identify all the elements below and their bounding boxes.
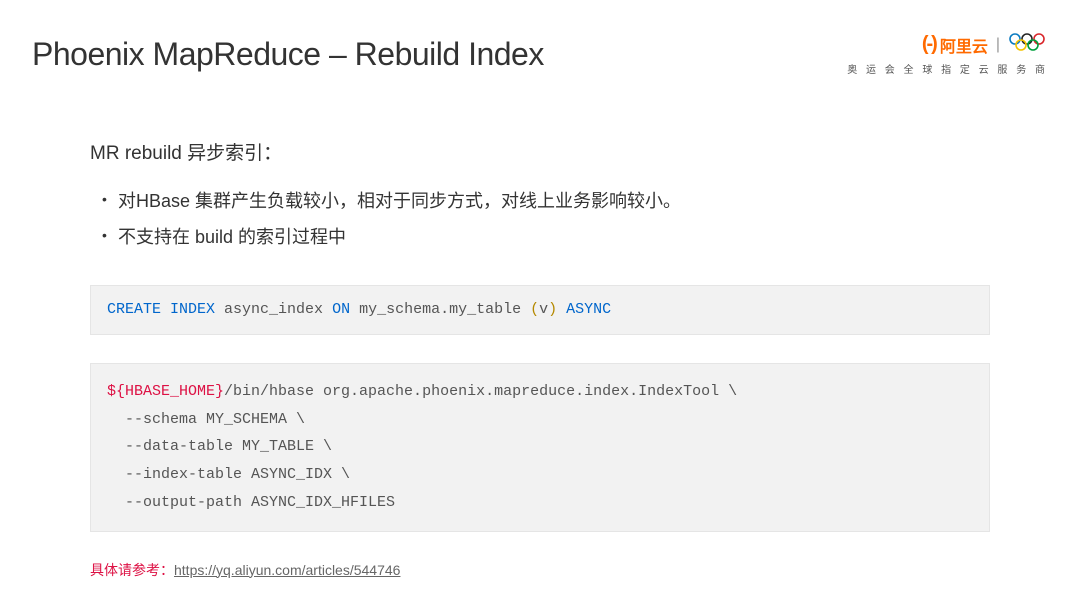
logo-divider: | (996, 36, 1000, 54)
sql-dot: . (440, 301, 449, 318)
shell-line: --index-table ASYNC_IDX \ (107, 461, 973, 489)
shell-line: --schema MY_SCHEMA \ (107, 406, 973, 434)
sql-column: v (539, 301, 548, 318)
shell-line: ${HBASE_HOME}/bin/hbase org.apache.phoen… (107, 378, 973, 406)
sql-table: my_table (449, 301, 530, 318)
shell-line: --data-table MY_TABLE \ (107, 433, 973, 461)
aliyun-brand-text: 阿里云 (940, 33, 988, 57)
sql-identifier: async_index (215, 301, 332, 318)
shell-code-block: ${HBASE_HOME}/bin/hbase org.apache.phoen… (90, 363, 990, 532)
aliyun-bracket-icon: (-) (922, 33, 936, 56)
sql-schema: my_schema (350, 301, 440, 318)
sql-paren: ) (548, 301, 557, 318)
intro-text: MR rebuild 异步索引： (90, 138, 990, 165)
logo-row: (-) 阿里云 | (922, 32, 1048, 57)
list-item: 不支持在 build 的索引过程中 (90, 219, 990, 255)
sql-code-block: CREATE INDEX async_index ON my_schema.my… (90, 285, 990, 335)
sql-keyword: ASYNC (557, 301, 611, 318)
slide-header: Phoenix MapReduce – Rebuild Index (-) 阿里… (32, 36, 1048, 76)
aliyun-logo: (-) 阿里云 (922, 33, 988, 57)
bullet-list: 对HBase 集群产生负载较小，相对于同步方式，对线上业务影响较小。 不支持在 … (90, 183, 990, 255)
shell-variable: ${HBASE_HOME} (107, 383, 224, 400)
reference-label: 具体请参考： (90, 562, 174, 578)
shell-text: /bin/hbase org.apache.phoenix.mapreduce.… (224, 383, 737, 400)
slide-content: MR rebuild 异步索引： 对HBase 集群产生负载较小，相对于同步方式… (90, 138, 990, 580)
reference: 具体请参考：https://yq.aliyun.com/articles/544… (90, 560, 990, 580)
sql-keyword: ON (332, 301, 350, 318)
list-item: 对HBase 集群产生负载较小，相对于同步方式，对线上业务影响较小。 (90, 183, 990, 219)
slide-title: Phoenix MapReduce – Rebuild Index (32, 36, 544, 73)
sql-line: CREATE INDEX async_index ON my_schema.my… (107, 301, 611, 318)
sql-paren: ( (530, 301, 539, 318)
shell-line: --output-path ASYNC_IDX_HFILES (107, 489, 973, 517)
sql-keyword: CREATE INDEX (107, 301, 215, 318)
logo-tagline: 奥 运 会 全 球 指 定 云 服 务 商 (847, 61, 1048, 76)
reference-link[interactable]: https://yq.aliyun.com/articles/544746 (174, 562, 400, 578)
brand-logo: (-) 阿里云 | 奥 运 会 全 球 指 定 云 服 务 商 (847, 32, 1048, 76)
olympic-rings-icon (1008, 32, 1048, 57)
